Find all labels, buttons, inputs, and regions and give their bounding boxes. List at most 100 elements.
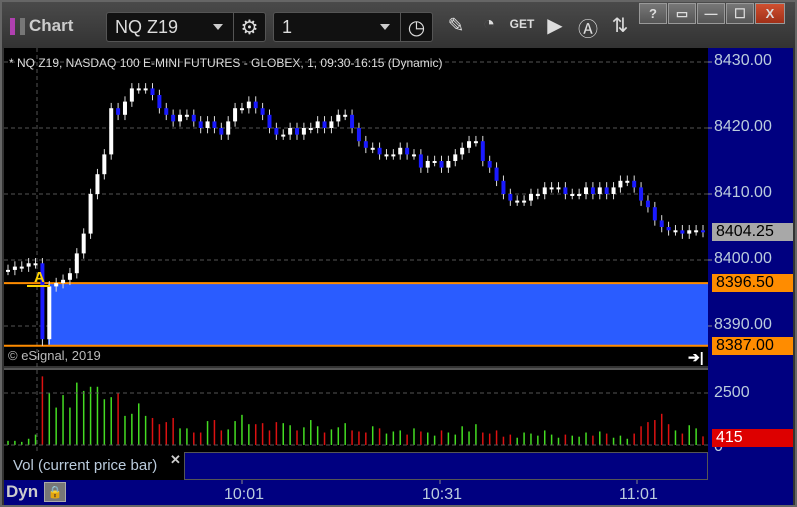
candle (343, 114, 348, 117)
candle (391, 154, 396, 157)
candle (473, 141, 478, 144)
candle (61, 279, 66, 284)
candle (246, 101, 251, 109)
candle (12, 266, 17, 270)
candle (687, 230, 692, 234)
candle (618, 180, 623, 188)
candle (157, 95, 162, 109)
candle (467, 141, 472, 148)
candle (556, 187, 561, 190)
candle (549, 187, 554, 190)
candle (446, 161, 451, 168)
candle (639, 187, 644, 201)
candle (590, 187, 595, 194)
candle (295, 128, 300, 135)
candle (398, 147, 403, 155)
candle (267, 114, 272, 128)
candle (432, 161, 437, 163)
time-tick-label: 10:01 (224, 486, 265, 503)
candle (384, 154, 389, 157)
candle (74, 253, 79, 274)
candle (191, 114, 196, 122)
candle (315, 121, 320, 128)
candle (67, 273, 72, 280)
time-tick-label: 10:31 (422, 486, 463, 503)
candle (597, 187, 602, 194)
price-tick-label: 8390.00 (714, 316, 772, 333)
candle (205, 121, 210, 128)
candle (260, 108, 265, 115)
candle (611, 187, 616, 194)
candle (535, 194, 540, 196)
chart-svg: A ➔| (4, 48, 712, 484)
candle (494, 167, 499, 181)
candle (178, 114, 183, 122)
candle (645, 200, 650, 208)
candle (239, 108, 244, 111)
candle (673, 230, 678, 233)
candle (453, 154, 458, 161)
candle (6, 269, 10, 272)
candle (515, 200, 520, 203)
candle (680, 230, 685, 234)
candle (171, 114, 176, 122)
candle (281, 134, 286, 137)
candle (632, 180, 637, 188)
candle (480, 141, 485, 161)
last-price-label: 8404.25 (712, 222, 793, 241)
candle (487, 161, 492, 168)
candle (460, 147, 465, 155)
candle (522, 200, 527, 203)
candle (226, 121, 231, 135)
scroll-to-end-icon[interactable]: ➔| (688, 349, 704, 365)
candle (301, 128, 306, 135)
candle (308, 128, 313, 130)
candle (363, 141, 368, 148)
copyright: © eSignal, 2019 (8, 348, 101, 363)
zone-low-label: 8387.00 (712, 336, 793, 355)
candle (122, 101, 127, 115)
price-zone (48, 283, 708, 346)
candle (253, 101, 258, 109)
candle (54, 283, 59, 287)
candle (563, 187, 568, 194)
candle (501, 180, 506, 194)
candle (219, 128, 224, 135)
candle (288, 128, 293, 135)
candle (143, 88, 148, 91)
candle (116, 108, 121, 115)
candle (625, 180, 630, 183)
candle (694, 230, 699, 233)
candle (129, 88, 134, 102)
candle (350, 114, 355, 128)
candle (109, 108, 114, 155)
candle (405, 147, 410, 155)
candle (164, 108, 169, 115)
candle (26, 263, 31, 267)
candle (233, 108, 238, 122)
candle (33, 263, 38, 266)
candle (198, 121, 203, 128)
candle (542, 187, 547, 194)
candle (604, 187, 609, 194)
candle (508, 194, 513, 201)
candle (659, 220, 664, 227)
price-tick-label: 8400.00 (714, 250, 772, 267)
candle (356, 128, 361, 142)
candle (329, 121, 334, 128)
candle (136, 88, 141, 91)
price-tick-label: 8430.00 (714, 52, 772, 69)
marker-a: A (34, 269, 45, 286)
candle (81, 233, 86, 254)
candle (336, 114, 341, 122)
candle (184, 114, 189, 117)
candle (652, 207, 657, 221)
candle (439, 161, 444, 168)
time-tick-label: 11:01 (619, 486, 658, 503)
zone-high-label: 8396.50 (712, 274, 793, 293)
candle (377, 147, 382, 155)
price-tick-label: 8410.00 (714, 184, 772, 201)
candle (19, 266, 24, 269)
candle (212, 121, 217, 128)
candle (666, 227, 671, 231)
